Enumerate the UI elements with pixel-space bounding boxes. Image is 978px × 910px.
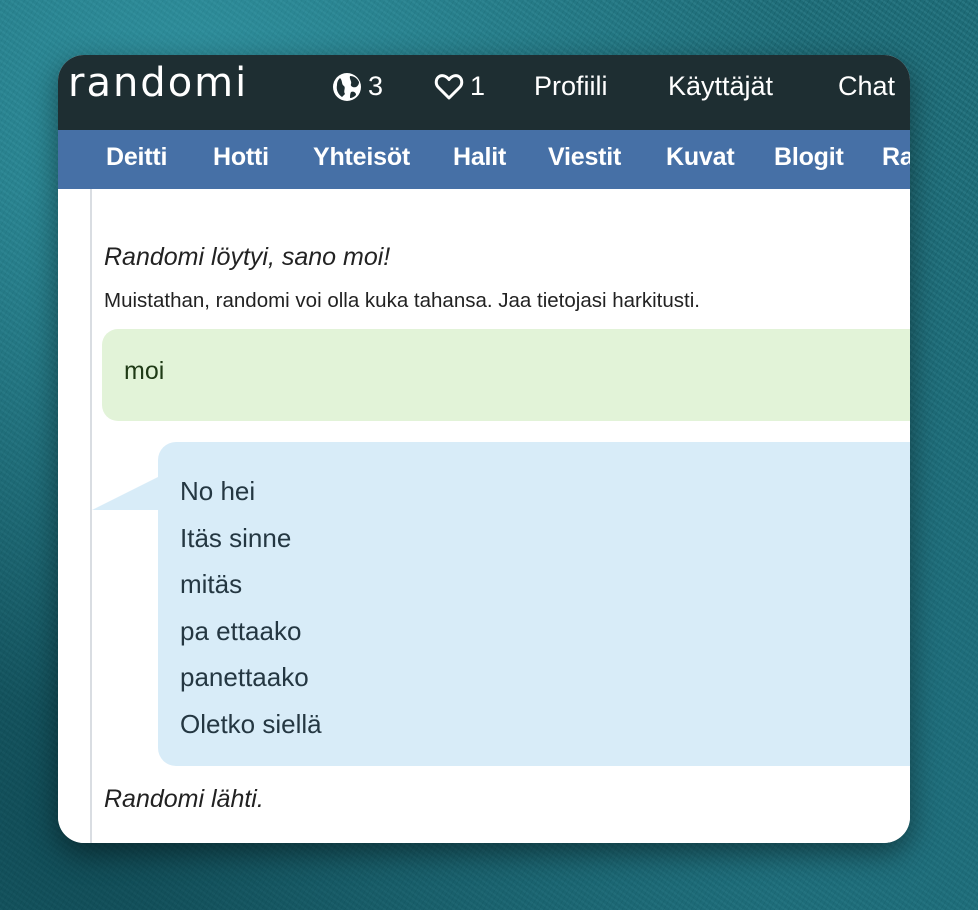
partner-message-line: Oletko siellä [180, 708, 322, 739]
partner-message-bubble: No hei Itäs sinne mitäs pa ettaako panet… [158, 442, 910, 766]
online-users-indicator[interactable]: 3 [332, 71, 383, 102]
subnav-truncated-item[interactable]: Ra [882, 143, 910, 172]
safety-notice: Muistathan, randomi voi olla kuka tahans… [104, 289, 700, 312]
randomi-found-message: Randomi löytyi, sano moi! [104, 243, 391, 271]
content-divider [90, 189, 92, 843]
partner-message-line: No hei [180, 476, 256, 506]
subnav-communities[interactable]: Yhteisöt [313, 143, 410, 172]
likes-count: 1 [470, 71, 486, 101]
partner-bubble-tail [92, 476, 160, 510]
nav-users[interactable]: Käyttäjät [668, 71, 773, 102]
online-users-count: 3 [368, 71, 384, 101]
randomi-left-message: Randomi lähti. [104, 785, 264, 813]
partner-message-lines: No hei Itäs sinne mitäs pa ettaako panet… [180, 468, 322, 747]
partner-message-line: pa ettaako [180, 615, 302, 646]
partner-message-line: mitäs [180, 569, 243, 599]
likes-indicator[interactable]: 1 [434, 71, 485, 102]
subnav-blogs[interactable]: Blogit [774, 143, 844, 172]
own-message-bubble: moi [102, 329, 910, 421]
subnav-photos[interactable]: Kuvat [666, 143, 735, 172]
subnav-hotti[interactable]: Hotti [213, 143, 269, 172]
partner-message-line: Itäs sinne [180, 522, 292, 553]
globe-icon [332, 72, 362, 102]
subnav-dating[interactable]: Deitti [106, 143, 168, 172]
randomi-logo[interactable]: randomi [68, 63, 248, 103]
nav-chat[interactable]: Chat [838, 71, 895, 102]
heart-outline-icon [434, 73, 464, 101]
chat-content: Randomi löytyi, sano moi! Muistathan, ra… [58, 189, 910, 843]
subnav-messages[interactable]: Viestit [548, 143, 621, 172]
subnav-hugs[interactable]: Halit [453, 143, 506, 172]
own-message-text: moi [124, 357, 165, 385]
partner-message-line: panettaako [180, 662, 309, 692]
chat-window: randomi 3 1 Profiili Käyttäjät Chat Deit… [58, 55, 910, 843]
nav-profile[interactable]: Profiili [534, 71, 608, 102]
secondary-nav: Deitti Hotti Yhteisöt Halit Viestit Kuva… [58, 130, 910, 189]
top-bar: randomi 3 1 Profiili Käyttäjät Chat [58, 55, 910, 130]
